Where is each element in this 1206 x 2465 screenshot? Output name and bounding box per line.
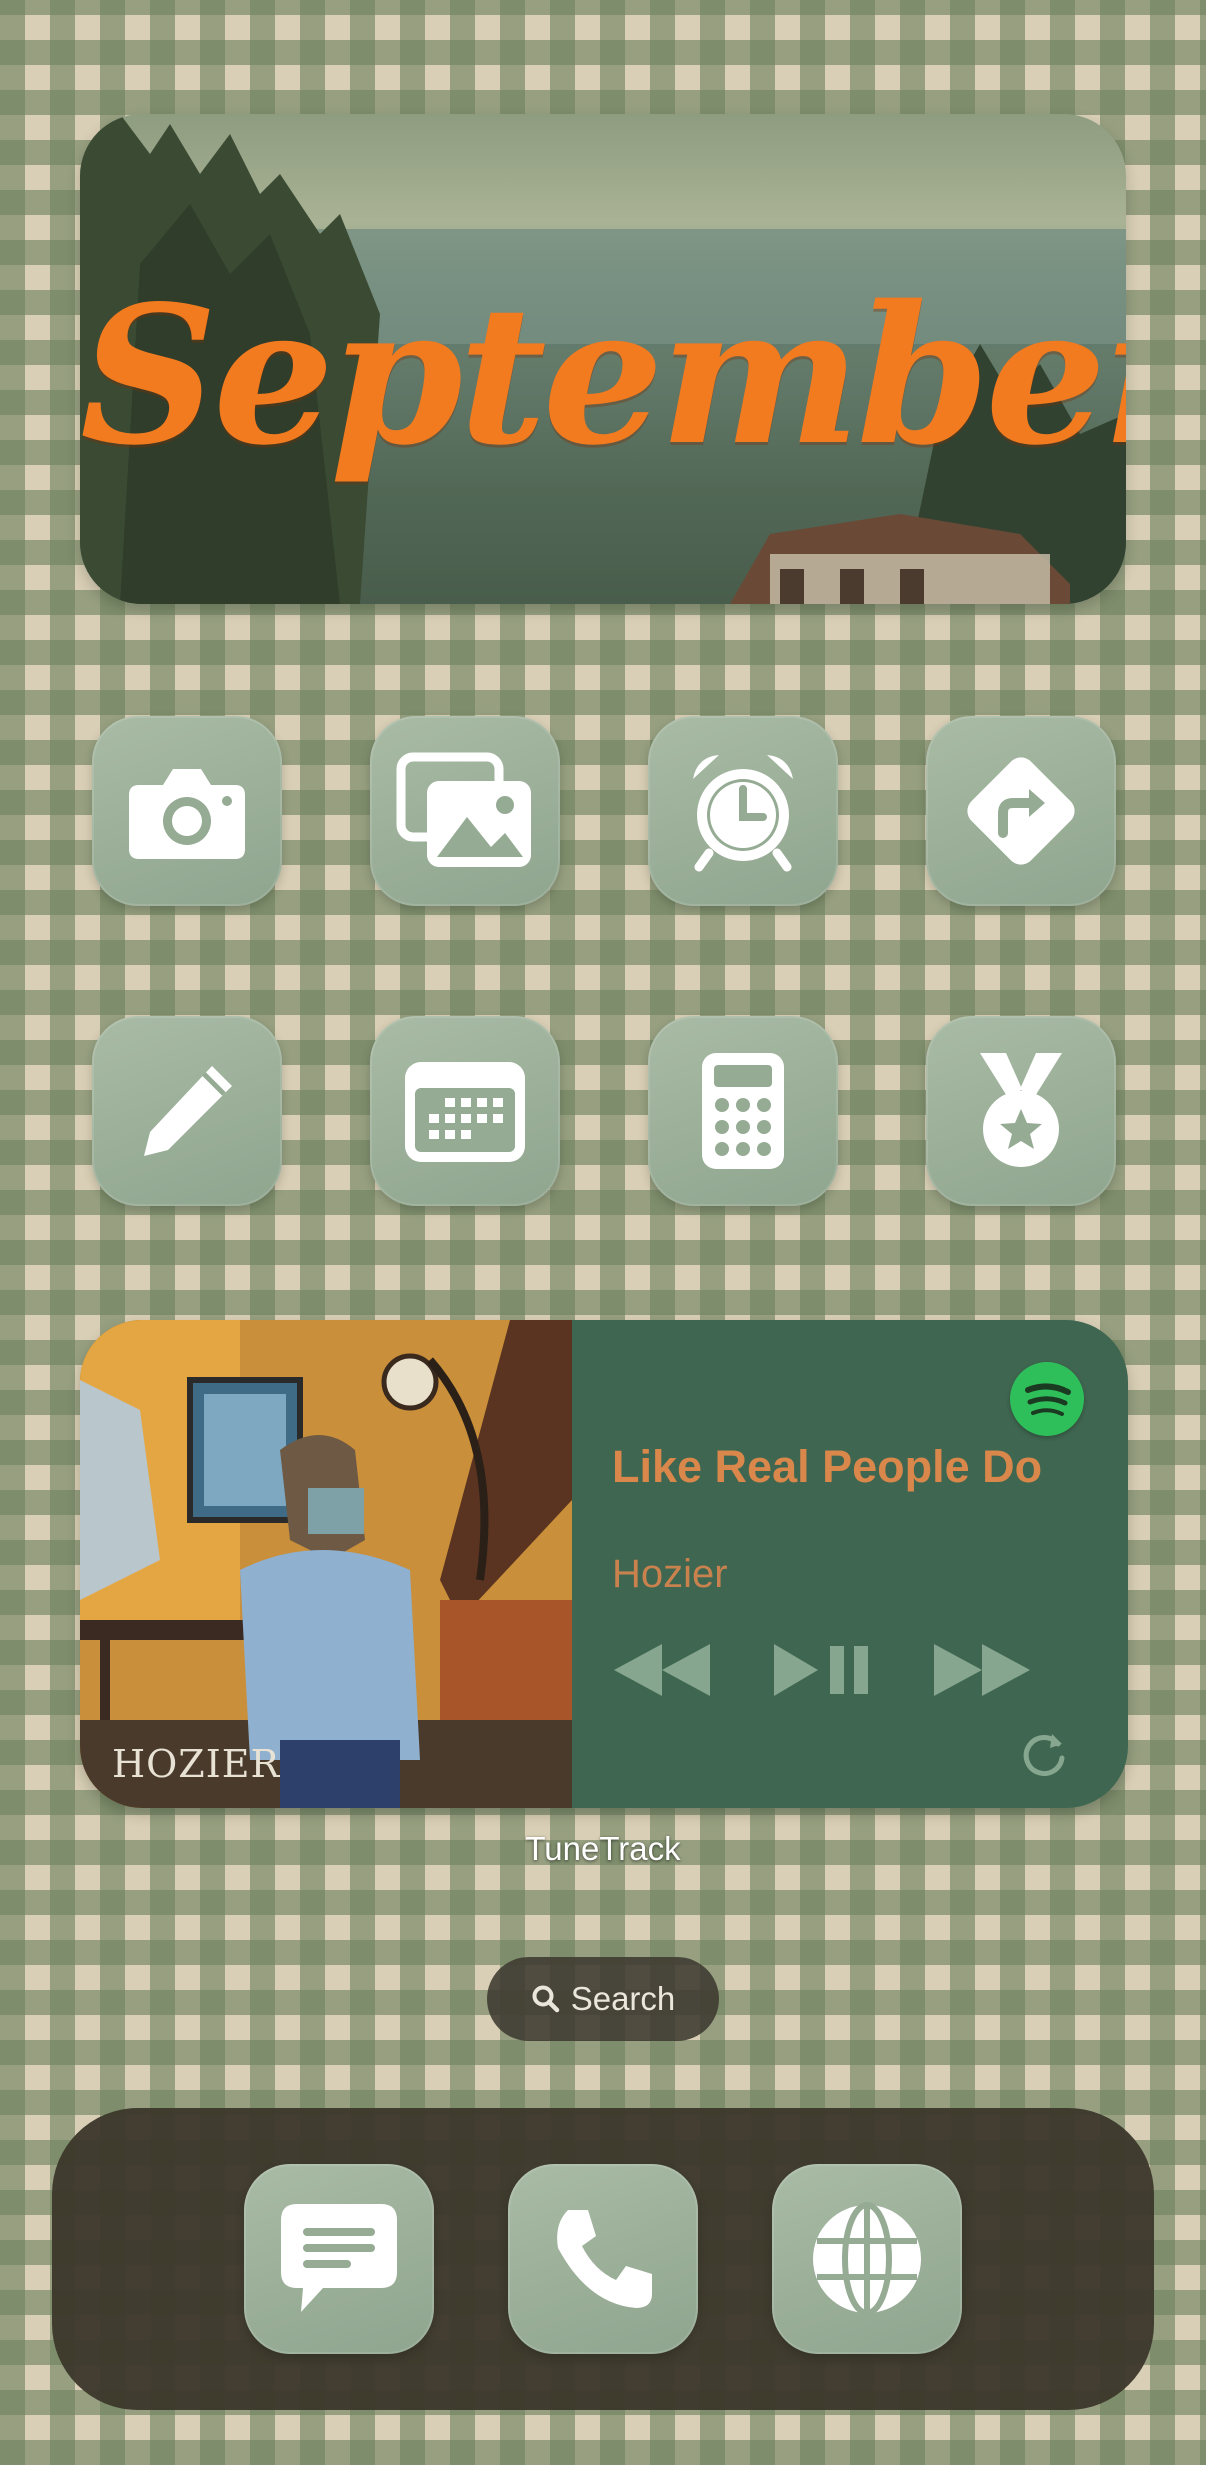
rewind-icon <box>614 1644 710 1696</box>
widget-label: TuneTrack <box>525 1830 681 1867</box>
medal-icon <box>980 1053 1062 1167</box>
album-artist-signature: HOZIER <box>112 1742 281 1786</box>
banner-title: September <box>80 264 1126 487</box>
rewind-button[interactable] <box>610 1640 714 1705</box>
spotify-icon[interactable] <box>1010 1362 1084 1436</box>
play-pause-button[interactable] <box>770 1640 874 1705</box>
alarm-clock-icon <box>693 755 793 872</box>
calculator-app[interactable] <box>648 1016 838 1206</box>
play-pause-icon <box>774 1644 868 1696</box>
messages-app[interactable] <box>244 2164 434 2354</box>
photos-app[interactable] <box>370 716 560 906</box>
fast-forward-icon <box>934 1644 1030 1696</box>
search-button[interactable]: Search <box>487 1957 719 2041</box>
maps-app[interactable] <box>926 716 1116 906</box>
notes-app[interactable] <box>92 1016 282 1206</box>
september-widget[interactable]: September <box>80 114 1126 604</box>
phone-app[interactable] <box>508 2164 698 2354</box>
camera-icon <box>129 769 245 859</box>
calculator-icon <box>702 1053 784 1169</box>
photos-icon <box>396 752 531 867</box>
fast-forward-button[interactable] <box>930 1640 1034 1705</box>
music-widget[interactable]: HOZIER Like Real People Do Hozier <box>80 1320 1128 1808</box>
message-icon <box>281 2204 397 2312</box>
refresh-button[interactable] <box>1018 1728 1070 1785</box>
song-artist: Hozier <box>612 1552 728 1596</box>
search-label: Search <box>570 1980 676 2017</box>
album-scene <box>80 1320 572 1808</box>
refresh-icon <box>1023 1734 1065 1776</box>
browser-app[interactable] <box>772 2164 962 2354</box>
directions-icon <box>967 757 1075 865</box>
song-title: Like Real People Do <box>612 1441 1043 1492</box>
album-art[interactable]: HOZIER <box>80 1320 572 1808</box>
clock-app[interactable] <box>648 716 838 906</box>
globe-icon <box>813 2202 921 2316</box>
camera-app[interactable] <box>92 716 282 906</box>
achievements-app[interactable] <box>926 1016 1116 1206</box>
search-icon <box>532 1985 559 2013</box>
calendar-app[interactable] <box>370 1016 560 1206</box>
phone-icon <box>557 2210 652 2308</box>
calendar-icon <box>405 1062 525 1162</box>
pencil-icon <box>144 1066 232 1156</box>
